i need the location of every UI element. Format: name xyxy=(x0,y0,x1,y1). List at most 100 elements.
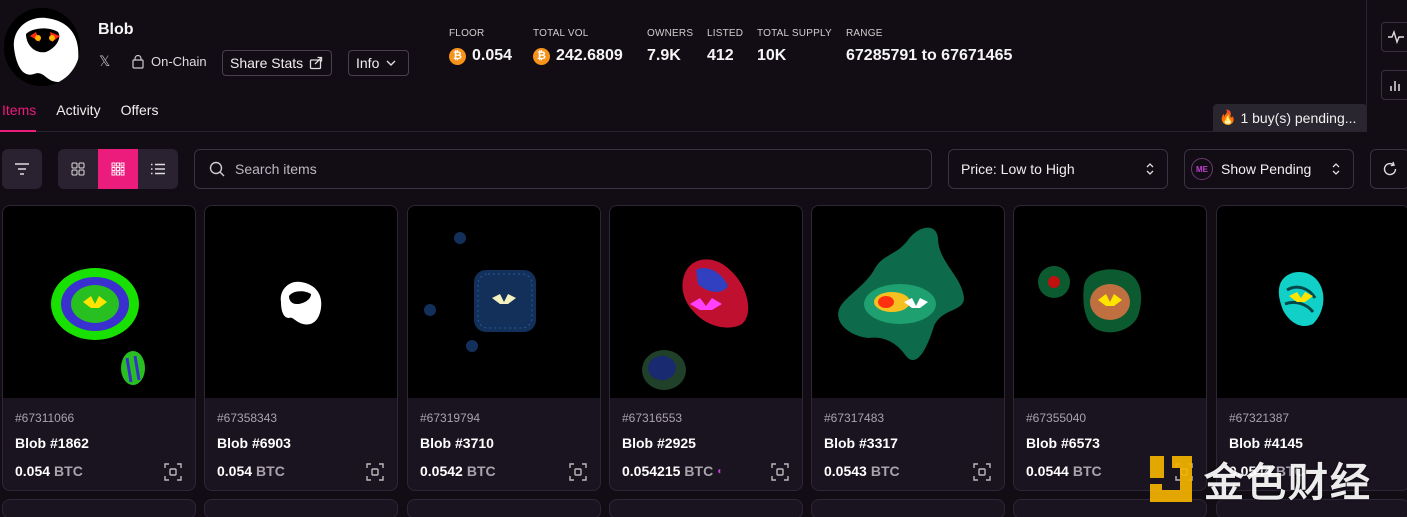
info-button[interactable]: Info xyxy=(348,50,409,76)
magic-eden-badge-icon: ◐ xyxy=(717,465,724,477)
item-card[interactable]: #67317483 Blob #3317 0.0543 BTC xyxy=(811,205,1005,491)
search-icon xyxy=(209,161,225,177)
item-card[interactable] xyxy=(407,499,601,517)
pending-buys-text: 1 buy(s) pending... xyxy=(1240,109,1357,126)
tab-offers[interactable]: Offers xyxy=(121,100,159,132)
price-value: 0.0544 xyxy=(1026,463,1069,479)
quick-buy-icon[interactable] xyxy=(972,462,992,482)
price-unit: BTC xyxy=(684,463,714,479)
item-image xyxy=(610,206,802,398)
quick-buy-icon[interactable] xyxy=(163,462,183,482)
pending-buys-banner[interactable]: 🔥 1 buy(s) pending... xyxy=(1213,104,1367,131)
item-image xyxy=(3,206,195,398)
item-name: Blob #3710 xyxy=(420,435,494,451)
stat-label: TOTAL SUPPLY xyxy=(757,28,832,39)
chevron-updown-icon xyxy=(1332,163,1340,175)
item-image xyxy=(408,206,600,398)
chevron-updown-icon xyxy=(1146,163,1154,175)
share-icon xyxy=(310,56,323,70)
item-price: 0.054 BTC xyxy=(217,463,285,479)
stat-listed: LISTED 412 xyxy=(707,28,743,65)
item-card[interactable] xyxy=(609,499,803,517)
activity-chart-button[interactable] xyxy=(1381,22,1407,52)
magic-eden-icon: ME xyxy=(1191,158,1213,180)
quick-buy-icon[interactable] xyxy=(568,462,588,482)
item-image xyxy=(1014,206,1206,398)
inscription-number: #67319794 xyxy=(420,411,481,425)
filter-button[interactable] xyxy=(2,149,42,189)
collection-name: Blob xyxy=(98,21,134,38)
chevron-down-icon xyxy=(386,60,396,66)
pending-select[interactable]: ME Show Pending xyxy=(1184,149,1354,189)
share-stats-button[interactable]: Share Stats xyxy=(222,50,332,76)
price-value: 0.0542 xyxy=(420,463,463,479)
stat-total-vol: TOTAL VOL ₿ 242.6809 xyxy=(533,28,623,65)
info-label: Info xyxy=(356,55,380,71)
stat-value: 7.9K xyxy=(647,47,681,64)
item-name: Blob #1862 xyxy=(15,435,89,451)
item-image xyxy=(1217,206,1407,398)
search-box xyxy=(194,149,932,189)
stat-label: LISTED xyxy=(707,28,744,39)
quick-buy-icon[interactable] xyxy=(365,462,385,482)
item-card[interactable]: #67319794 Blob #3710 0.0542 BTC xyxy=(407,205,601,491)
inscription-number: #67358343 xyxy=(217,411,278,425)
item-name: Blob #6573 xyxy=(1026,435,1100,451)
price-value: 0.054 xyxy=(15,463,51,479)
price-unit: BTC xyxy=(54,463,83,479)
x-twitter-icon[interactable]: 𝕏 xyxy=(99,54,113,68)
inscription-number: #67316553 xyxy=(622,411,683,425)
item-card[interactable]: #67316553 Blob #2925 0.054215 BTC ◐ xyxy=(609,205,803,491)
list-view-button[interactable] xyxy=(138,149,178,189)
stat-label: RANGE xyxy=(846,28,883,39)
onchain-label: On-Chain xyxy=(151,54,207,69)
item-price: 0.054215 BTC ◐ xyxy=(622,463,723,479)
grid-large-icon xyxy=(71,162,85,176)
sort-select-value: Price: Low to High xyxy=(961,161,1075,177)
stat-value: 10K xyxy=(757,47,787,64)
small-grid-view-button[interactable] xyxy=(98,149,138,189)
sort-select[interactable]: Price: Low to High xyxy=(948,149,1168,189)
bitcoin-icon: ₿ xyxy=(449,47,466,65)
item-price: 0.054 BTC xyxy=(15,463,83,479)
stat-label: TOTAL VOL xyxy=(533,28,589,39)
stat-value: 67285791 to 67671465 xyxy=(846,47,1013,64)
inscription-number: #67321387 xyxy=(1229,411,1290,425)
tab-activity[interactable]: Activity xyxy=(56,100,100,132)
item-card[interactable]: #67321387 Blob #4145 0.0544 BTC xyxy=(1216,205,1407,491)
stat-range: RANGE 67285791 to 67671465 xyxy=(846,28,1012,65)
stat-floor: FLOOR ₿ 0.054 xyxy=(449,28,512,65)
item-image xyxy=(205,206,397,398)
search-input[interactable] xyxy=(235,161,915,177)
pending-select-value: Show Pending xyxy=(1221,161,1312,177)
refresh-button[interactable] xyxy=(1370,149,1407,189)
item-card[interactable]: #67311066 Blob #1862 0.054 BTC xyxy=(2,205,196,491)
price-unit: BTC xyxy=(256,463,285,479)
item-card[interactable] xyxy=(811,499,1005,517)
pulse-icon xyxy=(1388,30,1404,44)
tab-bar: Items Activity Offers xyxy=(0,100,178,132)
item-name: Blob #2925 xyxy=(622,435,696,451)
collection-avatar xyxy=(4,8,80,86)
filter-icon xyxy=(15,163,29,175)
inscription-number: #67355040 xyxy=(1026,411,1087,425)
item-name: Blob #6903 xyxy=(217,435,291,451)
price-unit: BTC xyxy=(1072,463,1102,479)
onchain-icon xyxy=(132,54,144,69)
fire-icon: 🔥 xyxy=(1219,109,1237,125)
stats-chart-button[interactable] xyxy=(1381,70,1407,100)
item-card[interactable] xyxy=(204,499,398,517)
item-card[interactable]: #67355040 Blob #6573 0.0544 BTC xyxy=(1013,205,1207,491)
share-stats-label: Share Stats xyxy=(230,55,304,71)
item-card[interactable]: #67358343 Blob #6903 0.054 BTC xyxy=(204,205,398,491)
large-grid-view-button[interactable] xyxy=(58,149,98,189)
collection-header: Blob 𝕏 On-Chain Share Stats Info FLOOR ₿… xyxy=(0,0,1367,132)
grid-small-icon xyxy=(111,162,125,176)
quick-buy-icon[interactable] xyxy=(770,462,790,482)
watermark-logo-icon xyxy=(1150,456,1192,502)
item-name: Blob #3317 xyxy=(824,435,898,451)
watermark-text: 金色财经 xyxy=(1204,461,1372,505)
item-card[interactable] xyxy=(2,499,196,517)
tab-items[interactable]: Items xyxy=(0,100,37,132)
stat-value: 242.6809 xyxy=(556,47,623,64)
